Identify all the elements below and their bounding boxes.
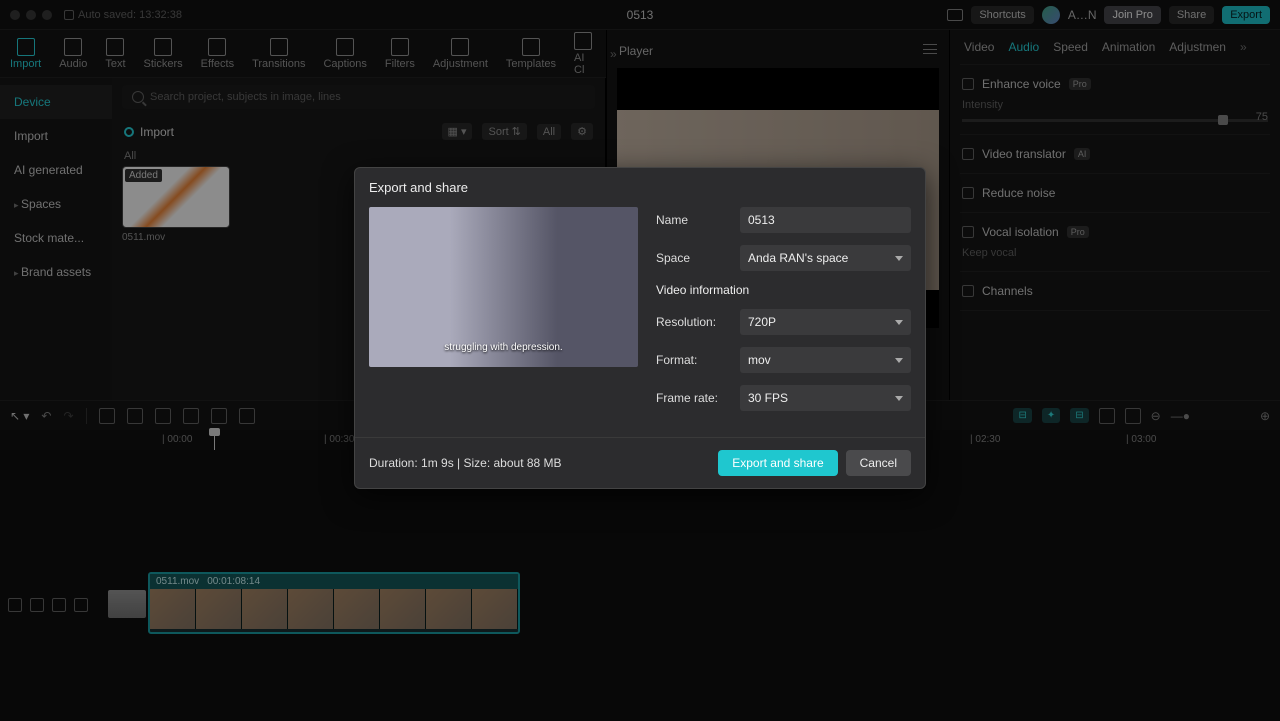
space-select[interactable]: Anda RAN's space xyxy=(740,245,911,271)
chevron-down-icon xyxy=(895,256,903,261)
name-label: Name xyxy=(656,213,730,227)
chevron-down-icon xyxy=(895,320,903,325)
framerate-select[interactable]: 30 FPS xyxy=(740,385,911,411)
export-preview: struggling with depression. xyxy=(369,207,638,367)
video-info-header: Video information xyxy=(656,283,911,297)
cancel-button[interactable]: Cancel xyxy=(846,450,911,476)
format-label: Format: xyxy=(656,353,730,367)
chevron-down-icon xyxy=(895,358,903,363)
chevron-down-icon xyxy=(895,396,903,401)
export-share-button[interactable]: Export and share xyxy=(718,450,837,476)
export-modal: Export and share struggling with depress… xyxy=(354,167,926,489)
framerate-label: Frame rate: xyxy=(656,391,730,405)
space-label: Space xyxy=(656,251,730,265)
resolution-label: Resolution: xyxy=(656,315,730,329)
resolution-select[interactable]: 720P xyxy=(740,309,911,335)
modal-title: Export and share xyxy=(355,168,925,207)
preview-subtitle: struggling with depression. xyxy=(369,342,638,353)
export-info: Duration: 1m 9s | Size: about 88 MB xyxy=(369,456,562,470)
format-select[interactable]: mov xyxy=(740,347,911,373)
name-input[interactable] xyxy=(740,207,911,233)
